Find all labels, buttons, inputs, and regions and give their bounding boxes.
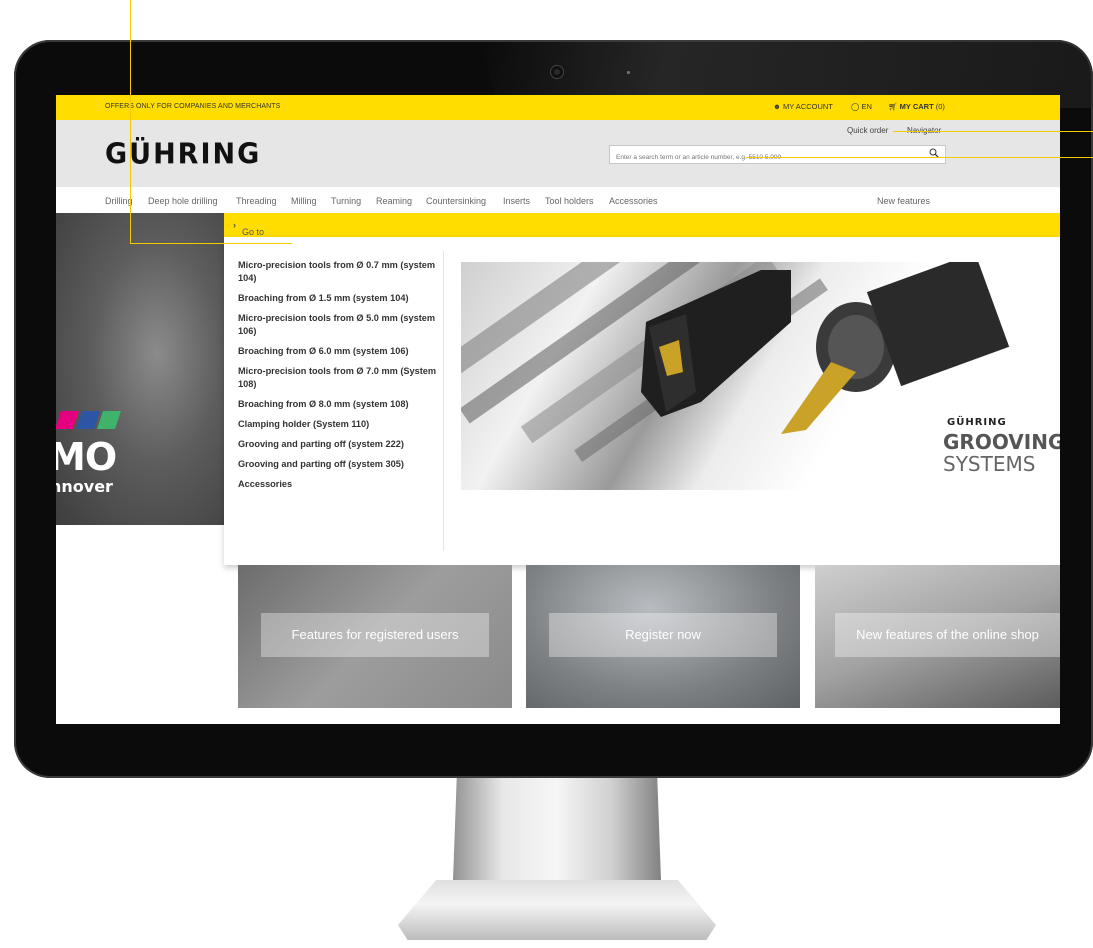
monitor-stand-base xyxy=(398,880,716,940)
nav-reaming[interactable]: Reaming xyxy=(376,196,412,206)
tile-new-features[interactable]: New features of the online shop xyxy=(815,565,1060,708)
promo-title-line1: GROOVING xyxy=(943,430,1060,454)
tile-label: Register now xyxy=(549,613,777,657)
subcategory-item[interactable]: Grooving and parting off (system 222) xyxy=(238,438,438,451)
promo-title-line2: SYSTEMS xyxy=(943,452,1036,476)
nav-threading[interactable]: Threading xyxy=(236,196,277,206)
top-bar: OFFERS ONLY FOR COMPANIES AND MERCHANTS … xyxy=(56,95,1060,120)
offers-notice: OFFERS ONLY FOR COMPANIES AND MERCHANTS xyxy=(105,103,281,110)
nav-accessories[interactable]: Accessories xyxy=(609,196,658,206)
camera-icon xyxy=(551,66,563,78)
subcategory-item[interactable]: Micro-precision tools from Ø 0.7 mm (sys… xyxy=(238,259,438,285)
search-box xyxy=(609,145,946,166)
nav-countersinking[interactable]: Countersinking xyxy=(426,196,486,206)
cart-icon: 🛒︎ xyxy=(888,102,898,111)
nav-turning[interactable]: Turning xyxy=(331,196,361,206)
language-selector[interactable]: ◯ EN xyxy=(851,102,872,111)
user-icon: ☻ xyxy=(773,102,781,111)
menu-divider xyxy=(443,251,444,551)
main-nav: Drilling Deep hole drilling Threading Mi… xyxy=(56,187,1060,213)
subcategory-item[interactable]: Micro-precision tools from Ø 7.0 mm (Sys… xyxy=(238,365,438,391)
turning-dropdown: Micro-precision tools from Ø 0.7 mm (sys… xyxy=(224,237,1060,565)
hero-banner[interactable]: MO nnover xyxy=(56,213,224,525)
subcategory-list: Micro-precision tools from Ø 0.7 mm (sys… xyxy=(238,259,438,498)
tile-label: Features for registered users xyxy=(261,613,489,657)
quick-order-link[interactable]: Quick order xyxy=(847,126,888,135)
my-account-link[interactable]: ☻ MY ACCOUNT xyxy=(773,102,833,111)
guehring-logo[interactable]: GÜHRING xyxy=(105,138,261,171)
nav-deep-hole-drilling[interactable]: Deep hole drilling xyxy=(148,196,218,206)
emo-logo-subtext: nnover xyxy=(56,477,113,496)
my-cart-link[interactable]: 🛒︎ MY CART (0) xyxy=(888,102,945,111)
subcategory-item[interactable]: Broaching from Ø 1.5 mm (system 104) xyxy=(238,292,438,305)
subcategory-item[interactable]: Micro-precision tools from Ø 5.0 mm (sys… xyxy=(238,312,438,338)
grooving-systems-promo[interactable]: GÜHRING GROOVING SYSTEMS xyxy=(461,262,1060,490)
subcategory-item[interactable]: Broaching from Ø 6.0 mm (system 106) xyxy=(238,345,438,358)
category-bar[interactable]: Go to category Turning › xyxy=(224,213,1060,257)
subcategory-item[interactable]: Accessories xyxy=(238,478,438,491)
globe-icon: ◯ xyxy=(851,102,860,111)
tile-label: New features of the online shop xyxy=(835,613,1060,657)
nav-milling[interactable]: Milling xyxy=(291,196,317,206)
nav-drilling[interactable]: Drilling xyxy=(105,196,133,206)
go-to-category-link[interactable]: Go to category Turning › xyxy=(233,220,277,257)
cart-count: (0) xyxy=(935,102,945,111)
callout-line xyxy=(893,131,1093,132)
callout-line xyxy=(130,0,131,243)
callout-line xyxy=(130,243,292,244)
subcategory-item[interactable]: Broaching from Ø 8.0 mm (system 108) xyxy=(238,398,438,411)
browser-screen: OFFERS ONLY FOR COMPANIES AND MERCHANTS … xyxy=(56,95,1060,724)
my-account-label: MY ACCOUNT xyxy=(783,102,833,111)
callout-line xyxy=(746,157,1093,158)
nav-tool-holders[interactable]: Tool holders xyxy=(545,196,594,206)
tile-registered-features[interactable]: Features for registered users xyxy=(238,565,512,708)
emo-logo-text: MO xyxy=(56,435,117,479)
tile-register-now[interactable]: Register now xyxy=(526,565,800,708)
subcategory-item[interactable]: Clamping holder (System 110) xyxy=(238,418,438,431)
my-cart-label: MY CART xyxy=(899,102,934,111)
language-label: EN xyxy=(861,102,872,111)
nav-new-features[interactable]: New features xyxy=(877,196,930,206)
nav-inserts[interactable]: Inserts xyxy=(503,196,530,206)
subcategory-item[interactable]: Grooving and parting off (system 305) xyxy=(238,458,438,471)
chevron-right-icon: › xyxy=(233,220,236,230)
promo-brand: GÜHRING xyxy=(947,417,1007,428)
sensor-dot xyxy=(627,71,630,74)
